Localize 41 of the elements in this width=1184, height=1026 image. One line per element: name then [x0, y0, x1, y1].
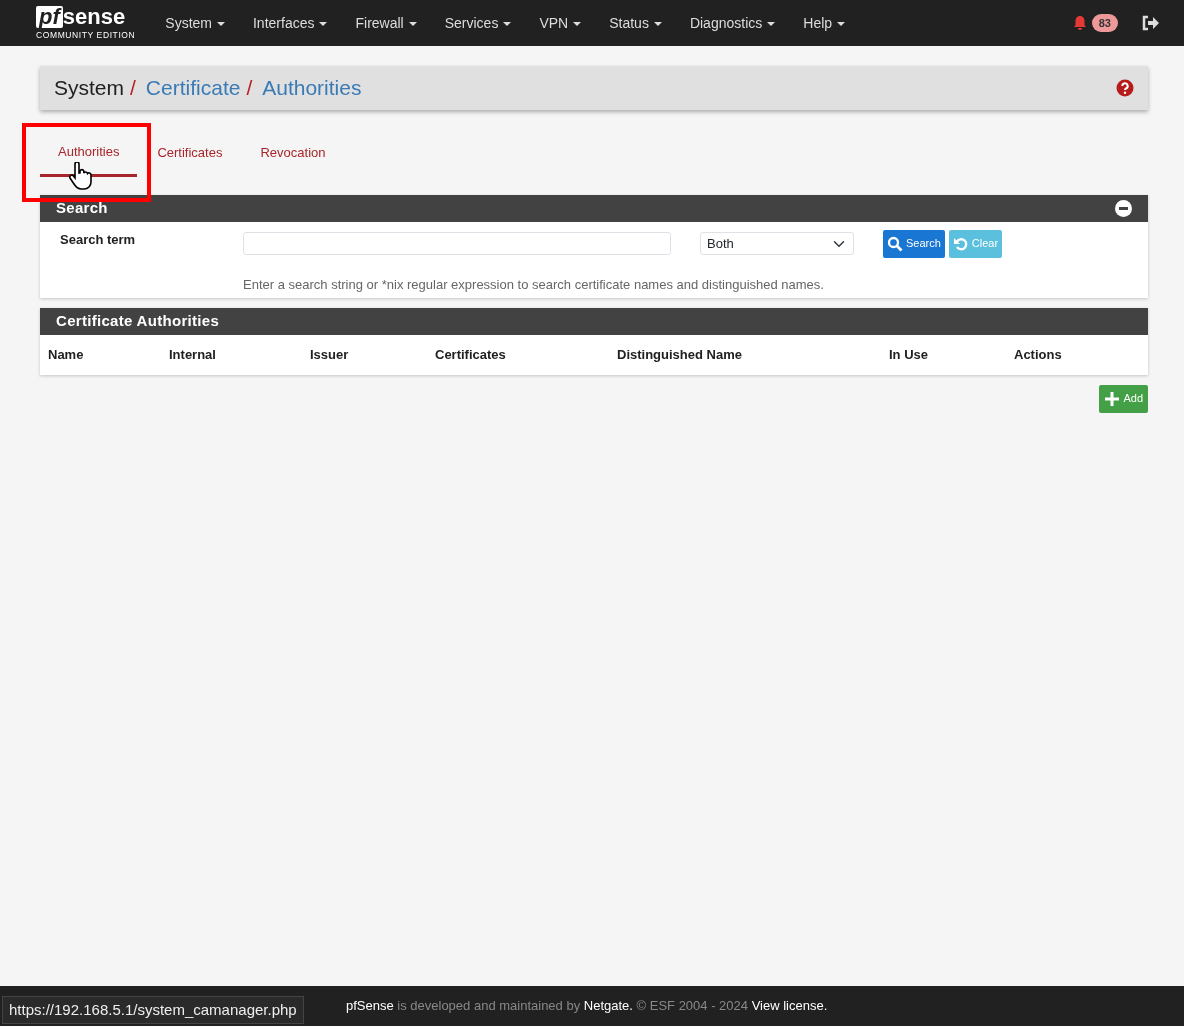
nav-menu[interactable]: Diagnostics [675, 12, 790, 34]
nav-menu[interactable]: System [151, 12, 239, 34]
hand-cursor-icon [68, 162, 92, 190]
search-icon [887, 235, 903, 252]
tab[interactable]: Certificates [139, 142, 241, 177]
logo-mark[interactable]: pf [36, 6, 63, 29]
tab[interactable]: Revocation [242, 142, 344, 177]
panel-title: Certificate Authorities [56, 311, 220, 332]
logo-subtitle: COMMUNITY EDITION [36, 31, 136, 40]
breadcrumb-separator: / [246, 75, 253, 102]
column-header: Distinguished Name [616, 346, 743, 364]
field-label: Search term [60, 230, 137, 249]
plus-icon [1104, 390, 1121, 407]
nav-menu[interactable]: Services [430, 12, 526, 34]
status-url: https://192.168.5.1/system_camanager.php [2, 995, 304, 1024]
column-header: Issuer [309, 346, 350, 364]
search-field[interactable] [243, 232, 671, 255]
column-header: Certificates [434, 346, 507, 364]
breadcrumb-separator: / [130, 75, 136, 102]
nav-menu[interactable]: Help [789, 12, 860, 34]
panel-title: Search [56, 197, 108, 218]
logout-icon[interactable] [1142, 15, 1160, 31]
logo-text[interactable]: sense [62, 6, 126, 29]
column-header: Name [47, 346, 85, 364]
scope-select[interactable]: Both [700, 232, 854, 255]
help-text: Enter a search string or *nix regular expression to search certificate names and distinguished names. [243, 275, 825, 294]
bell-icon[interactable] [1071, 15, 1088, 31]
nav-menu[interactable]: VPN [525, 12, 596, 34]
nav-menu[interactable]: Interfaces [239, 12, 342, 34]
nav-menu[interactable]: Firewall [341, 12, 431, 34]
notification-count[interactable]: 83 [1091, 13, 1118, 33]
column-header: Actions [1013, 346, 1063, 364]
footer-text: pfSense is developed and maintained by Netgate. © ESF 2004 - 2024 View license. [346, 997, 828, 1016]
collapse-icon[interactable] [1115, 199, 1132, 217]
breadcrumb-item: System [54, 75, 124, 102]
search-button[interactable]: Search [883, 229, 945, 258]
help-icon[interactable] [1116, 79, 1134, 97]
nav-menu[interactable]: Status [595, 12, 676, 34]
column-header: In Use [888, 346, 929, 364]
column-header: Internal [168, 346, 217, 364]
undo-icon [952, 235, 969, 252]
